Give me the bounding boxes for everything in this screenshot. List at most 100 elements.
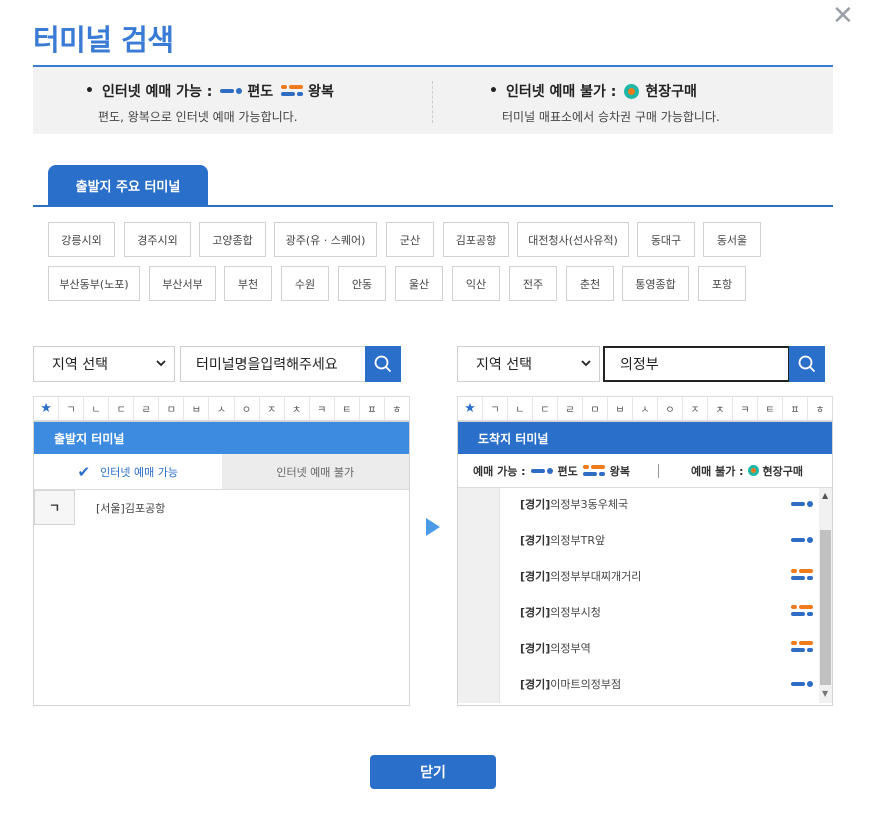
terminal-chip[interactable]: 동대구: [637, 222, 695, 257]
arrival-consonant-filter: ★ ㄱ ㄴ ㄷ ㄹ ㅁ ㅂ ㅅ ㅇ ㅈ ㅊ ㅋ ㅌ ㅍ ㅎ: [457, 396, 833, 421]
terminal-chip[interactable]: 동서울: [703, 222, 761, 257]
consonant-filter[interactable]: ㅎ: [385, 397, 409, 420]
consonant-filter[interactable]: ㄴ: [508, 397, 533, 420]
departure-region-select[interactable]: 지역 선택: [33, 346, 175, 382]
consonant-filter[interactable]: ㅎ: [808, 397, 832, 420]
terminal-chip[interactable]: 김포공항: [443, 222, 509, 257]
terminal-chip[interactable]: 안동: [338, 266, 386, 301]
arrival-search-input[interactable]: 의정부: [603, 346, 790, 382]
terminal-search-modal: 터미널 검색 ✕ • 인터넷 예매 가능 : 편도 왕복 편도, 왕복으로 인터…: [0, 0, 871, 828]
consonant-filter[interactable]: ㄹ: [558, 397, 583, 420]
tab-major-terminals[interactable]: 출발지 주요 터미널: [48, 165, 208, 206]
list-item[interactable]: [서울]김포공항: [96, 500, 165, 516]
list-item[interactable]: [경기]의정부TR앞: [520, 532, 605, 548]
roundtrip-label: 왕복: [308, 84, 334, 100]
terminal-chip[interactable]: 강릉시외: [48, 222, 115, 257]
chevron-down-icon: [156, 360, 166, 367]
scroll-thumb[interactable]: [820, 530, 831, 685]
consonant-filter[interactable]: ㅂ: [184, 397, 210, 420]
consonant-filter[interactable]: ㄴ: [84, 397, 110, 420]
oneway-icon: [220, 87, 243, 95]
consonant-filter[interactable]: ㅂ: [608, 397, 633, 420]
departure-consonant-filter: ★ ㄱ ㄴ ㄷ ㄹ ㅁ ㅂ ㅅ ㅇ ㅈ ㅊ ㅋ ㅌ ㅍ ㅎ: [33, 396, 410, 421]
major-terminal-tabbar: 출발지 주요 터미널: [33, 165, 833, 207]
consonant-filter[interactable]: ㅌ: [335, 397, 360, 420]
terminal-chip[interactable]: 부산서부: [149, 266, 216, 301]
roundtrip-icon: [791, 604, 813, 618]
scroll-down-icon[interactable]: ▼: [822, 689, 828, 698]
departure-search-button[interactable]: [365, 346, 401, 382]
online-info: • 인터넷 예매 가능 : 편도 왕복 편도, 왕복으로 인터넷 예매 가능합니…: [85, 81, 334, 125]
terminal-chip[interactable]: 광주(유 · 스퀘어): [274, 222, 377, 257]
arrival-region-select[interactable]: 지역 선택: [457, 346, 600, 382]
roundtrip-icon: [281, 84, 304, 98]
favorites-star-icon[interactable]: ★: [458, 397, 483, 420]
favorites-star-icon[interactable]: ★: [34, 397, 60, 420]
list-scrollbar[interactable]: ▲ ▼: [819, 488, 832, 703]
arrival-search-button[interactable]: [789, 346, 825, 382]
consonant-filter[interactable]: ㅁ: [583, 397, 608, 420]
departure-panel-title: 출발지 터미널: [34, 422, 409, 454]
oneway-icon: [791, 536, 813, 544]
consonant-filter[interactable]: ㅅ: [209, 397, 235, 420]
consonant-filter[interactable]: ㄱ: [59, 397, 85, 420]
consonant-filter[interactable]: ㄷ: [533, 397, 558, 420]
terminal-chip[interactable]: 부산동부(노포): [48, 266, 140, 301]
terminal-chip[interactable]: 익산: [452, 266, 500, 301]
consonant-filter[interactable]: ㅇ: [235, 397, 260, 420]
terminal-chip[interactable]: 울산: [395, 266, 443, 301]
close-button[interactable]: 닫기: [370, 755, 496, 789]
consonant-filter[interactable]: ㅇ: [658, 397, 683, 420]
roundtrip-icon: [791, 568, 813, 582]
list-item[interactable]: [경기]의정부시청: [520, 604, 601, 620]
arrival-terminal-panel: 도착지 터미널 예매 가능 : 편도 왕복 예매 불가 : 현장구매 [경기]의…: [457, 421, 833, 706]
scroll-up-icon[interactable]: ▲: [822, 491, 828, 500]
departure-terminal-panel: 출발지 터미널 ✔ 인터넷 예매 가능 인터넷 예매 불가 ㄱ [서울]김포공항: [33, 421, 410, 706]
terminal-chip[interactable]: 부천: [224, 266, 272, 301]
terminal-chip[interactable]: 수원: [281, 266, 329, 301]
terminal-chip[interactable]: 대전청사(선사유적): [517, 222, 629, 257]
consonant-filter[interactable]: ㅍ: [360, 397, 385, 420]
list-item[interactable]: [경기]의정부3동우체국: [520, 496, 628, 512]
legend-roundtrip-label: 왕복: [609, 464, 631, 478]
bullet-icon: •: [489, 83, 498, 99]
consonant-filter[interactable]: ㅍ: [783, 397, 808, 420]
list-item[interactable]: [경기]이마트의정부점: [520, 676, 621, 692]
terminal-chip[interactable]: 군산: [386, 222, 434, 257]
tab-online-booking[interactable]: ✔ 인터넷 예매 가능: [34, 454, 222, 489]
list-item[interactable]: [경기]의정부역: [520, 640, 591, 656]
terminal-chip[interactable]: 춘천: [566, 266, 614, 301]
terminal-chip[interactable]: 전주: [509, 266, 557, 301]
arrow-right-icon: [426, 518, 440, 536]
consonant-filter[interactable]: ㅈ: [683, 397, 708, 420]
oneway-icon: [791, 680, 813, 688]
departure-search-input[interactable]: 터미널명을입력해주세요: [180, 346, 366, 382]
terminal-chip[interactable]: 경주시외: [124, 222, 191, 257]
chevron-down-icon: [581, 360, 591, 367]
search-icon: [798, 355, 816, 373]
terminal-chip[interactable]: 통영종합: [622, 266, 689, 301]
consonant-filter[interactable]: ㄷ: [109, 397, 135, 420]
terminal-chip[interactable]: 포항: [698, 266, 746, 301]
tab-offline-booking[interactable]: 인터넷 예매 불가: [221, 454, 409, 489]
list-item[interactable]: [경기]의정부부대찌개거리: [520, 568, 641, 584]
consonant-filter[interactable]: ㄱ: [483, 397, 508, 420]
consonant-filter[interactable]: ㅁ: [159, 397, 185, 420]
close-x-icon[interactable]: ✕: [832, 3, 854, 29]
booking-info-box: • 인터넷 예매 가능 : 편도 왕복 편도, 왕복으로 인터넷 예매 가능합니…: [33, 65, 833, 134]
terminal-chip[interactable]: 고양종합: [199, 222, 266, 257]
consonant-filter[interactable]: ㅊ: [708, 397, 733, 420]
consonant-filter[interactable]: ㅈ: [260, 397, 285, 420]
consonant-filter[interactable]: ㅅ: [633, 397, 658, 420]
modal-title: 터미널 검색: [33, 23, 174, 57]
offline-desc: 터미널 매표소에서 승차권 구매 가능합니다.: [502, 110, 720, 124]
consonant-filter[interactable]: ㅌ: [758, 397, 783, 420]
legend-oneway-label: 편도: [557, 464, 578, 478]
consonant-filter[interactable]: ㄹ: [134, 397, 160, 420]
search-icon: [374, 355, 392, 373]
consonant-filter[interactable]: ㅊ: [285, 397, 310, 420]
consonant-filter[interactable]: ㅋ: [310, 397, 335, 420]
consonant-filter[interactable]: ㅋ: [733, 397, 758, 420]
roundtrip-icon: [791, 640, 813, 654]
online-label: 인터넷 예매 가능 :: [101, 84, 213, 100]
